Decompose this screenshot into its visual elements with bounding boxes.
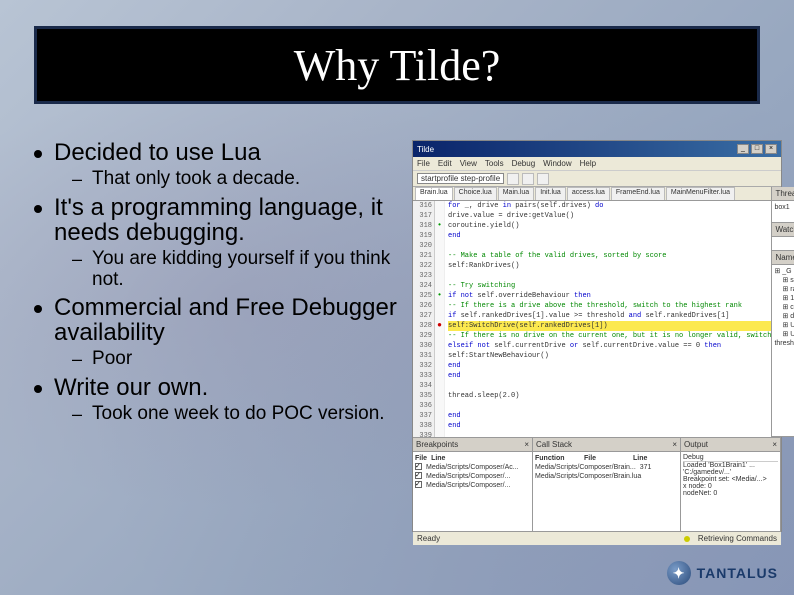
bullet-item: Decided to use Lua	[34, 140, 404, 165]
bullet-subitem: –Poor	[72, 349, 404, 371]
menu-item[interactable]: Help	[580, 159, 596, 168]
toolbar: startprofile step-profile	[413, 171, 781, 187]
bullet-dash-icon: –	[72, 349, 82, 371]
bullet-subitem: –Took one week to do POC version.	[72, 404, 404, 426]
editor-tab[interactable]: FrameEnd.lua	[611, 187, 665, 200]
callstack-panel: Call Stack× FunctionFileLineMedia/Script…	[533, 438, 681, 531]
panel-close-icon[interactable]: ×	[772, 440, 777, 449]
toolbar-icon[interactable]	[522, 173, 534, 185]
editor-tab[interactable]: MainMenuFilter.lua	[666, 187, 735, 200]
toolbar-field[interactable]: startprofile step-profile	[417, 173, 504, 184]
bullet-text: It's a programming language, it needs de…	[54, 195, 404, 245]
menu-item[interactable]: Edit	[438, 159, 452, 168]
watch-panel-header[interactable]: Watch×	[772, 223, 794, 237]
menu-item[interactable]: View	[460, 159, 477, 168]
bullet-dash-icon: –	[72, 404, 82, 426]
menu-item[interactable]: Debug	[512, 159, 536, 168]
maximize-icon[interactable]: □	[751, 144, 763, 154]
bullet-item: Commercial and Free Debugger availabilit…	[34, 295, 404, 345]
code-lines[interactable]: for _, drive in pairs(self.drives) do dr…	[445, 201, 771, 437]
editor-tab[interactable]: Init.lua	[535, 187, 566, 200]
bullet-text: Write our own.	[54, 375, 208, 400]
toolbar-icon[interactable]	[537, 173, 549, 185]
panel-header[interactable]: Breakpoints×	[413, 438, 532, 452]
window-titlebar[interactable]: Tilde _ □ ×	[413, 141, 781, 157]
logo-text: TANTALUS	[697, 565, 778, 581]
bullet-dot-icon	[34, 150, 42, 158]
status-left: Ready	[417, 534, 440, 543]
editor-tab[interactable]: access.lua	[567, 187, 610, 200]
bullet-subtext: You are kidding yourself if you think no…	[92, 249, 404, 291]
bullet-subitem: –You are kidding yourself if you think n…	[72, 249, 404, 291]
bullet-dash-icon: –	[72, 249, 82, 271]
status-led-icon	[684, 536, 690, 542]
output-panel: Output× DebugLoaded 'Box1Brain1' ... 'C:…	[681, 438, 781, 531]
bullet-item: Write our own.	[34, 375, 404, 400]
threads-panel-body[interactable]: box1	[772, 201, 794, 223]
bullet-subtext: Took one week to do POC version.	[92, 404, 385, 425]
bullet-dash-icon: –	[72, 169, 82, 191]
editor-tab[interactable]: Brain.lua	[415, 187, 453, 200]
bottom-panels: Breakpoints× FileLineMedia/Scripts/Compo…	[413, 437, 781, 531]
minimize-icon[interactable]: _	[737, 144, 749, 154]
thread-item[interactable]: box1	[774, 203, 794, 212]
bullet-subtext: That only took a decade.	[92, 169, 300, 190]
bullet-dot-icon	[34, 205, 42, 213]
status-bar: Ready Retrieving Commands	[413, 531, 781, 545]
bullet-content: Decided to use Lua –That only took a dec…	[34, 140, 404, 430]
editor-tab[interactable]: Choice.lua	[454, 187, 497, 200]
panel-header[interactable]: Call Stack×	[533, 438, 680, 452]
title-box: Why Tilde?	[34, 26, 760, 104]
bullet-text: Decided to use Lua	[54, 140, 261, 165]
editor-tabs: Brain.lua Choice.lua Main.lua Init.lua a…	[413, 187, 771, 201]
locals-panel-body[interactable]: ⊞ _G⊞ self⊞ rankedDrives⊞ 1⊞ class⊞ driv…	[772, 265, 794, 437]
bullet-text: Commercial and Free Debugger availabilit…	[54, 295, 404, 345]
bullet-dot-icon	[34, 385, 42, 393]
menu-item[interactable]: File	[417, 159, 430, 168]
menu-bar: File Edit View Tools Debug Window Help	[413, 157, 781, 171]
code-area[interactable]: 3163173183193203213223233243253263273283…	[413, 201, 771, 437]
breakpoints-panel: Breakpoints× FileLineMedia/Scripts/Compo…	[413, 438, 533, 531]
panel-close-icon[interactable]: ×	[524, 440, 529, 449]
bullet-dot-icon	[34, 305, 42, 313]
bullet-item: It's a programming language, it needs de…	[34, 195, 404, 245]
bullet-subtext: Poor	[92, 349, 132, 370]
panel-header[interactable]: Output×	[681, 438, 780, 452]
line-gutter: 3163173183193203213223233243253263273283…	[413, 201, 435, 437]
slide-title: Why Tilde?	[294, 40, 501, 91]
toolbar-icon[interactable]	[507, 173, 519, 185]
panel-close-icon[interactable]: ×	[672, 440, 677, 449]
company-logo: ✦ TANTALUS	[667, 561, 778, 585]
close-icon[interactable]: ×	[765, 144, 777, 154]
editor-pane: Brain.lua Choice.lua Main.lua Init.lua a…	[413, 187, 772, 437]
bullet-subitem: –That only took a decade.	[72, 169, 404, 191]
locals-panel-header[interactable]: Name	[772, 251, 794, 265]
ide-screenshot: Tilde _ □ × File Edit View Tools Debug W…	[412, 140, 782, 532]
watch-panel-body[interactable]	[772, 237, 794, 251]
logo-icon: ✦	[667, 561, 691, 585]
menu-item[interactable]: Window	[543, 159, 571, 168]
threads-panel-header[interactable]: Threads×	[772, 187, 794, 201]
editor-tab[interactable]: Main.lua	[498, 187, 534, 200]
marker-margin[interactable]: • • ●	[435, 201, 445, 437]
menu-item[interactable]: Tools	[485, 159, 504, 168]
window-title: Tilde	[417, 145, 434, 154]
side-panels: Threads× box1 Watch× Name ⊞ _G⊞ self⊞ ra…	[772, 187, 794, 437]
status-right: Retrieving Commands	[698, 534, 777, 543]
